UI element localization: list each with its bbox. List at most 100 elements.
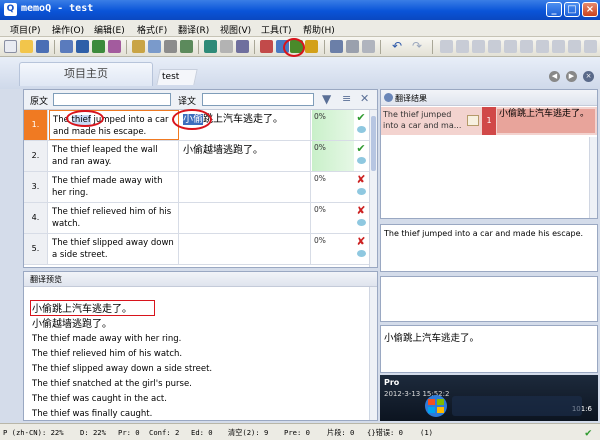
- status-ok-check-icon: ✔: [585, 426, 592, 439]
- comment-icon[interactable]: [356, 219, 366, 226]
- more-icon[interactable]: [584, 40, 597, 53]
- maximize-button[interactable]: □: [564, 2, 580, 17]
- menu-edit[interactable]: 编辑(E): [94, 23, 125, 36]
- target-text-post: 跳上汽车逃走了。: [203, 114, 283, 125]
- spellcheck-icon[interactable]: [536, 40, 549, 53]
- segment-target[interactable]: 小偷越墙逃跑了。: [180, 141, 311, 171]
- save-icon[interactable]: [36, 40, 49, 53]
- segment-row-4[interactable]: 4. The thief relieved him of his watch. …: [24, 203, 369, 234]
- grid-scrollbar[interactable]: [369, 110, 377, 267]
- segment-row-3[interactable]: 3. The thief made away with her ring. 0%…: [24, 172, 369, 203]
- italic-icon[interactable]: [456, 40, 469, 53]
- qa-icon[interactable]: [552, 40, 565, 53]
- menu-help[interactable]: 帮助(H): [303, 23, 335, 36]
- tm-match-icon: [467, 115, 479, 126]
- undo-icon[interactable]: ↶: [392, 40, 405, 53]
- segment-source[interactable]: The thief leaped the wall and ran away.: [49, 141, 179, 171]
- confirmed-check-icon: ✔: [356, 142, 366, 155]
- match-percent: 0%: [314, 205, 326, 214]
- tab-next-icon[interactable]: ▶: [566, 71, 577, 82]
- status-project-progress: P (zh-CN): 22%: [3, 428, 64, 437]
- segment-number: 5.: [24, 234, 48, 264]
- preview-line: The thief made away with her ring.: [32, 334, 182, 344]
- comment-icon[interactable]: [356, 157, 366, 164]
- copy-source-icon[interactable]: [330, 40, 343, 53]
- segment-number: 2.: [24, 141, 48, 171]
- toolbar-separator: [432, 40, 433, 54]
- find-icon[interactable]: [504, 40, 517, 53]
- comment-icon[interactable]: [356, 126, 366, 133]
- menu-translate[interactable]: 翻译(R): [178, 23, 209, 36]
- video-label: Pro: [384, 378, 400, 387]
- import-icon[interactable]: [76, 40, 89, 53]
- replace-icon[interactable]: [520, 40, 533, 53]
- options-icon[interactable]: [568, 40, 581, 53]
- results-scrollbar[interactable]: [589, 137, 597, 218]
- segment-row-5[interactable]: 5. The thief slipped away down a side st…: [24, 234, 369, 265]
- close-button[interactable]: ×: [582, 2, 598, 17]
- users-icon[interactable]: [108, 40, 121, 53]
- grid-scrollbar-thumb[interactable]: [371, 116, 376, 171]
- lqa-icon[interactable]: [180, 40, 193, 53]
- tab-test-document[interactable]: test: [156, 69, 198, 85]
- source-filter-label: 原文: [30, 97, 49, 107]
- redo-icon[interactable]: ↷: [412, 40, 425, 53]
- tab-prev-icon[interactable]: ◀: [549, 71, 560, 82]
- results-title: 翻译结果: [381, 90, 597, 106]
- preview-scrollbar[interactable]: [369, 287, 377, 420]
- clear-target-icon[interactable]: [346, 40, 359, 53]
- sync-icon[interactable]: [236, 40, 249, 53]
- result-hit-row[interactable]: The thief jumped into a car and ma... 1 …: [381, 107, 597, 135]
- source-filter-input[interactable]: [53, 93, 171, 106]
- segment-target[interactable]: [180, 203, 311, 233]
- toolbar-separator: [198, 40, 199, 54]
- bold-icon[interactable]: [440, 40, 453, 53]
- tab-close-icon[interactable]: ×: [583, 71, 594, 82]
- tag-icon[interactable]: [488, 40, 501, 53]
- statistics-icon[interactable]: [132, 40, 145, 53]
- video-overlay: Pro 2012-3-13 15:52:2 101:6: [380, 375, 598, 421]
- sort-icon[interactable]: ≡: [342, 93, 355, 106]
- status-cleared: 清空(2): 9: [228, 428, 269, 437]
- menu-bar: 项目(P) 操作(O) 编辑(E) 格式(F) 翻译(R) 视图(V) 工具(T…: [0, 20, 600, 37]
- filter-icon[interactable]: [164, 40, 177, 53]
- minimize-button[interactable]: _: [546, 2, 562, 17]
- target-filter-input[interactable]: [202, 93, 314, 106]
- join-icon[interactable]: [362, 40, 375, 53]
- translation-preview-panel: 翻译预览 小偷跳上汽车逃走了。 小偷越墙逃跑了。 The thief made …: [23, 271, 378, 421]
- preview-icon[interactable]: [220, 40, 233, 53]
- project-icon[interactable]: [60, 40, 73, 53]
- comment-icon[interactable]: [356, 250, 366, 257]
- compare-source-box: The thief jumped into a car and made his…: [380, 224, 598, 272]
- match-percent: 0%: [314, 236, 326, 245]
- status-edited: Ed: 0: [191, 428, 213, 437]
- segment-target[interactable]: [180, 234, 311, 264]
- preview-line: 小偷越墙逃跑了。: [32, 319, 112, 330]
- print-icon[interactable]: [204, 40, 217, 53]
- menu-tools[interactable]: 工具(T): [261, 23, 292, 36]
- clear-filter-icon[interactable]: ✕: [360, 93, 373, 106]
- title-bar: Q memoQ - test _ □ ×: [0, 0, 600, 20]
- segment-source[interactable]: The thief relieved him of his watch.: [49, 203, 179, 233]
- tab-project-home[interactable]: 项目主页: [19, 62, 153, 86]
- segment-number: 1.: [24, 110, 48, 140]
- menu-view[interactable]: 视图(V): [220, 23, 251, 36]
- segment-source[interactable]: The thief made away with her ring.: [49, 172, 179, 202]
- filter-funnel-icon[interactable]: ▼: [322, 93, 335, 106]
- menu-format[interactable]: 格式(F): [137, 23, 167, 36]
- open-folder-icon[interactable]: [20, 40, 33, 53]
- segment-target[interactable]: [180, 172, 311, 202]
- segment-status: ✘: [354, 205, 368, 233]
- underline-icon[interactable]: [472, 40, 485, 53]
- segment-row-2[interactable]: 2. The thief leaped the wall and ran awa…: [24, 141, 369, 172]
- insert-match-icon[interactable]: [305, 40, 318, 53]
- comment-icon[interactable]: [356, 188, 366, 195]
- concordance-icon[interactable]: [260, 40, 273, 53]
- result-source: The thief jumped into a car and ma...: [383, 110, 462, 130]
- menu-operation[interactable]: 操作(O): [52, 23, 84, 36]
- segment-source[interactable]: The thief slipped away down a side stree…: [49, 234, 179, 264]
- new-doc-icon[interactable]: [4, 40, 17, 53]
- menu-project[interactable]: 项目(P): [10, 23, 40, 36]
- analysis-icon[interactable]: [148, 40, 161, 53]
- pretranslate-icon[interactable]: [92, 40, 105, 53]
